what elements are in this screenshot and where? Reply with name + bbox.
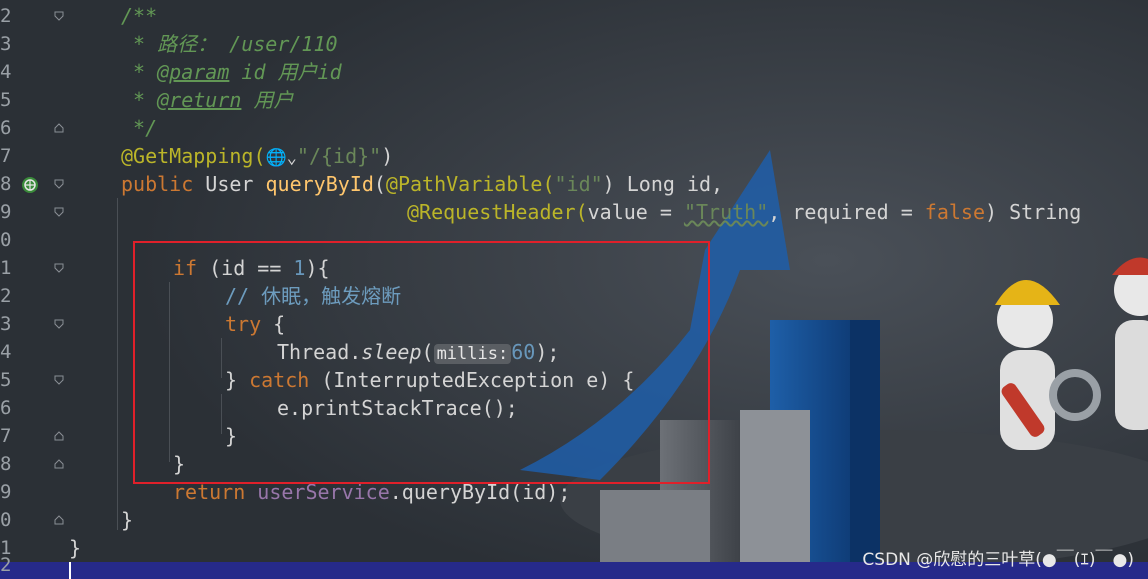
fold-marker-icon[interactable] — [54, 375, 64, 385]
code-editor[interactable]: 2 /** 3 * 路径： /user/110 4 * @param id 用户… — [0, 0, 1148, 562]
line-number: 4 — [0, 341, 12, 363]
line-number: 2 — [0, 5, 12, 27]
code-line[interactable]: 4 * @param id 用户id — [0, 58, 1148, 86]
watermark-text: CSDN @欣慰的三叶草(●￣(ｴ)￣●) — [862, 550, 1134, 570]
code-line[interactable]: 9 @RequestHeader(value = "Truth", requir… — [0, 198, 1148, 226]
code-text: * 路径： /user/110 — [121, 32, 338, 56]
code-line[interactable]: 2 /** — [0, 2, 1148, 30]
line-number: 7 — [0, 145, 12, 167]
line-number: 4 — [0, 61, 12, 83]
code-text: } — [121, 508, 134, 532]
code-line[interactable]: 8 public User queryById(@PathVariable("i… — [0, 170, 1148, 198]
code-line[interactable]: 3 * 路径： /user/110 — [0, 30, 1148, 58]
line-number: 2 — [0, 285, 12, 307]
code-line[interactable]: 7 @GetMapping(🌐⌄"/{id}") — [0, 142, 1148, 170]
line-number: 8 — [0, 173, 12, 195]
line-number: 9 — [0, 201, 12, 223]
web-endpoint-icon[interactable] — [21, 175, 39, 193]
text-caret — [69, 562, 71, 579]
fold-marker-icon[interactable] — [54, 459, 64, 469]
line-number: 5 — [0, 89, 12, 111]
line-number: 9 — [0, 481, 12, 503]
fold-marker-icon[interactable] — [54, 515, 64, 525]
line-number: 3 — [0, 33, 12, 55]
code-text: @RequestHeader(value = "Truth", required… — [407, 200, 1082, 224]
code-text: /** — [121, 4, 158, 28]
code-text: * @param id 用户id — [121, 60, 342, 84]
fold-marker-icon[interactable] — [54, 11, 64, 21]
line-number: 6 — [0, 117, 12, 139]
code-text: * @return 用户 — [121, 88, 294, 112]
fold-marker-icon[interactable] — [54, 207, 64, 217]
code-text: } — [69, 536, 82, 560]
line-number: 6 — [0, 397, 12, 419]
line-number: 1 — [0, 257, 12, 279]
globe-icon[interactable]: 🌐⌄ — [266, 148, 297, 168]
line-number: 7 — [0, 425, 12, 447]
line-number: 3 — [0, 313, 12, 335]
code-text: public User queryById(@PathVariable("id"… — [121, 172, 724, 196]
line-number: 0 — [0, 509, 12, 531]
code-text: */ — [121, 116, 158, 140]
fold-marker-icon[interactable] — [54, 123, 64, 133]
code-line[interactable]: 0 } — [0, 506, 1148, 534]
code-line[interactable]: 6 */ — [0, 114, 1148, 142]
fold-marker-icon[interactable] — [54, 319, 64, 329]
highlight-box — [133, 241, 710, 484]
code-text: @GetMapping(🌐⌄"/{id}") — [121, 144, 394, 168]
fold-marker-icon[interactable] — [54, 263, 64, 273]
fold-marker-icon[interactable] — [54, 431, 64, 441]
fold-marker-icon[interactable] — [54, 179, 64, 189]
code-line[interactable]: 5 * @return 用户 — [0, 86, 1148, 114]
line-number: 0 — [0, 229, 12, 251]
line-number: 5 — [0, 369, 12, 391]
line-number: 2 — [0, 554, 12, 576]
line-number: 8 — [0, 453, 12, 475]
